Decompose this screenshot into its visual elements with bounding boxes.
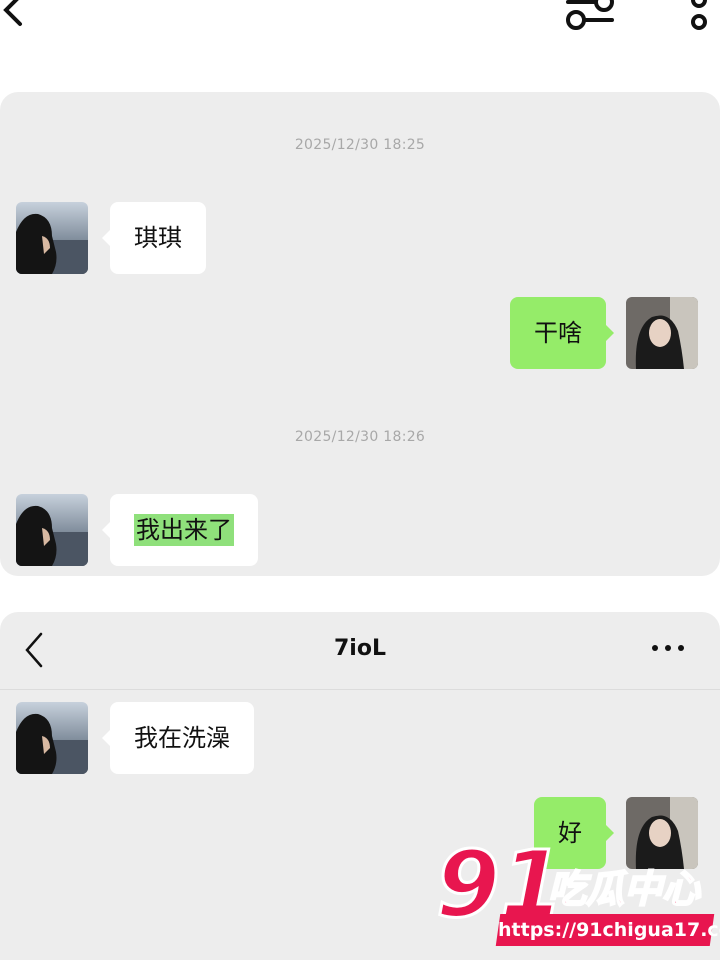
watermark-url: https://91chigua17.com [495, 914, 720, 946]
message-timestamp: 2025/12/30 18:26 [294, 429, 426, 445]
more-horizontal-icon[interactable] [650, 640, 690, 656]
contact-avatar[interactable] [16, 494, 88, 566]
incoming-message-bubble: 我在洗澡 [102, 702, 254, 774]
top-bar [0, 0, 720, 60]
message-text: 干啥 [534, 319, 582, 347]
filter-sliders-icon[interactable] [562, 0, 618, 36]
incoming-message-bubble: 琪琪 [102, 202, 206, 274]
message-text: 我在洗澡 [134, 724, 230, 752]
back-chevron-icon[interactable] [0, 0, 30, 30]
message-text: 琪琪 [134, 224, 182, 252]
message-text-highlighted: 我出来了 [134, 514, 234, 546]
message-timestamp: 2025/12/30 18:25 [294, 137, 426, 153]
chat-header: 7ioL [0, 612, 720, 690]
contact-avatar[interactable] [16, 202, 88, 274]
more-vertical-icon[interactable] [684, 0, 714, 36]
outgoing-message-bubble: 干啥 [510, 297, 614, 369]
incoming-message-bubble: 我出来了 [102, 494, 258, 566]
watermark-text: 吃瓜中心 [548, 867, 701, 911]
user-avatar[interactable] [626, 297, 698, 369]
chat-screenshot-top: 2025/12/30 18:25 琪琪 干啥 2025/12/30 18:26 … [0, 92, 720, 576]
contact-avatar[interactable] [16, 702, 88, 774]
chat-title: 7ioL [334, 636, 386, 661]
